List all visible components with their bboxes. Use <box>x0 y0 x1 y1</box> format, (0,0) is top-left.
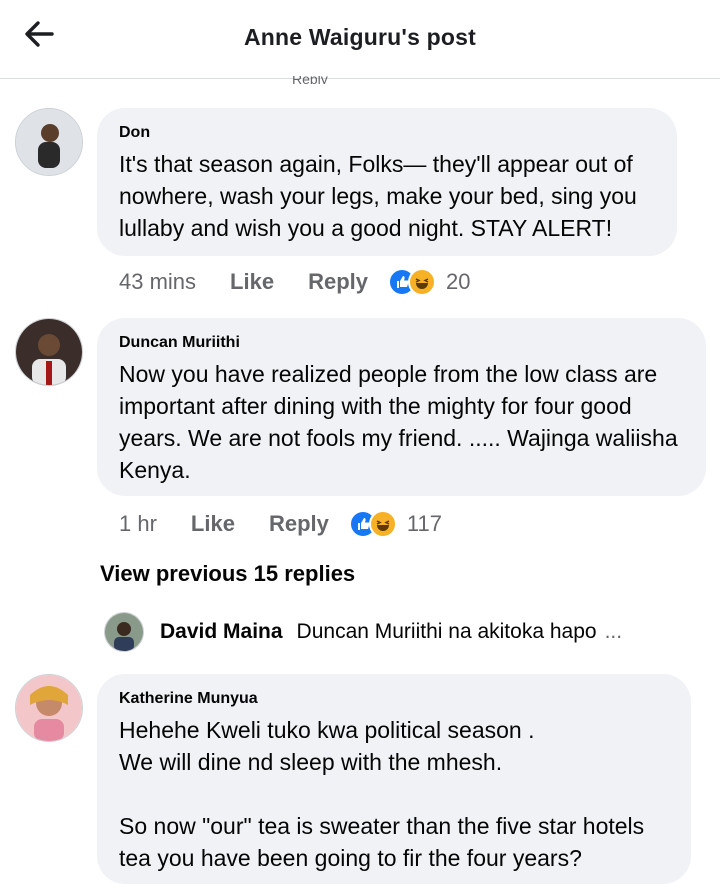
view-previous-replies-link[interactable]: View previous 15 replies <box>100 561 355 587</box>
reply-text: Duncan Muriithi na akitoka hapo <box>296 620 597 643</box>
cutoff-text: Reply <box>292 76 328 84</box>
page-title: Anne Waiguru's post <box>243 24 477 50</box>
reply-author[interactable]: David Maina <box>160 620 283 644</box>
comment-time[interactable]: 1 hr <box>119 511 157 537</box>
comment-bubble: Katherine Munyua Hehehe Kweli tuko kwa p… <box>97 674 691 884</box>
avatar[interactable] <box>15 108 83 176</box>
comment-actions: 1 hr Like Reply 117 <box>119 510 442 538</box>
comment-time[interactable]: 43 mins <box>119 269 196 295</box>
reaction-count: 20 <box>446 269 471 294</box>
reply-button[interactable]: Reply <box>269 511 329 537</box>
reply-preview[interactable]: David Maina Duncan Muriithi na akitoka h… <box>104 612 622 652</box>
reply-more: ... <box>604 620 623 643</box>
comment-author[interactable]: Don <box>119 122 655 144</box>
avatar[interactable] <box>15 318 83 386</box>
comment-actions: 43 mins Like Reply 20 <box>119 268 470 296</box>
haha-reaction-icon <box>408 268 436 296</box>
reply-button[interactable]: Reply <box>308 269 368 295</box>
comment-text: Now you have realized people from the lo… <box>119 361 678 483</box>
like-button[interactable]: Like <box>230 269 274 295</box>
top-bar: Anne Waiguru's post <box>0 0 720 79</box>
comment-bubble: Don It's that season again, Folks— they'… <box>97 108 677 256</box>
comment-author[interactable]: Duncan Muriithi <box>119 332 684 354</box>
like-button[interactable]: Like <box>191 511 235 537</box>
comment-text: It's that season again, Folks— they'll a… <box>119 151 637 241</box>
reactions[interactable]: 20 <box>388 268 470 296</box>
avatar <box>104 612 144 652</box>
reaction-count: 117 <box>406 511 442 536</box>
comment-bubble: Duncan Muriithi Now you have realized pe… <box>97 318 706 496</box>
comment-author[interactable]: Katherine Munyua <box>119 688 669 710</box>
haha-reaction-icon <box>368 510 397 538</box>
reactions[interactable]: 117 <box>348 510 442 538</box>
avatar[interactable] <box>15 674 83 742</box>
comment-text: Hehehe Kweli tuko kwa political season .… <box>119 717 645 871</box>
